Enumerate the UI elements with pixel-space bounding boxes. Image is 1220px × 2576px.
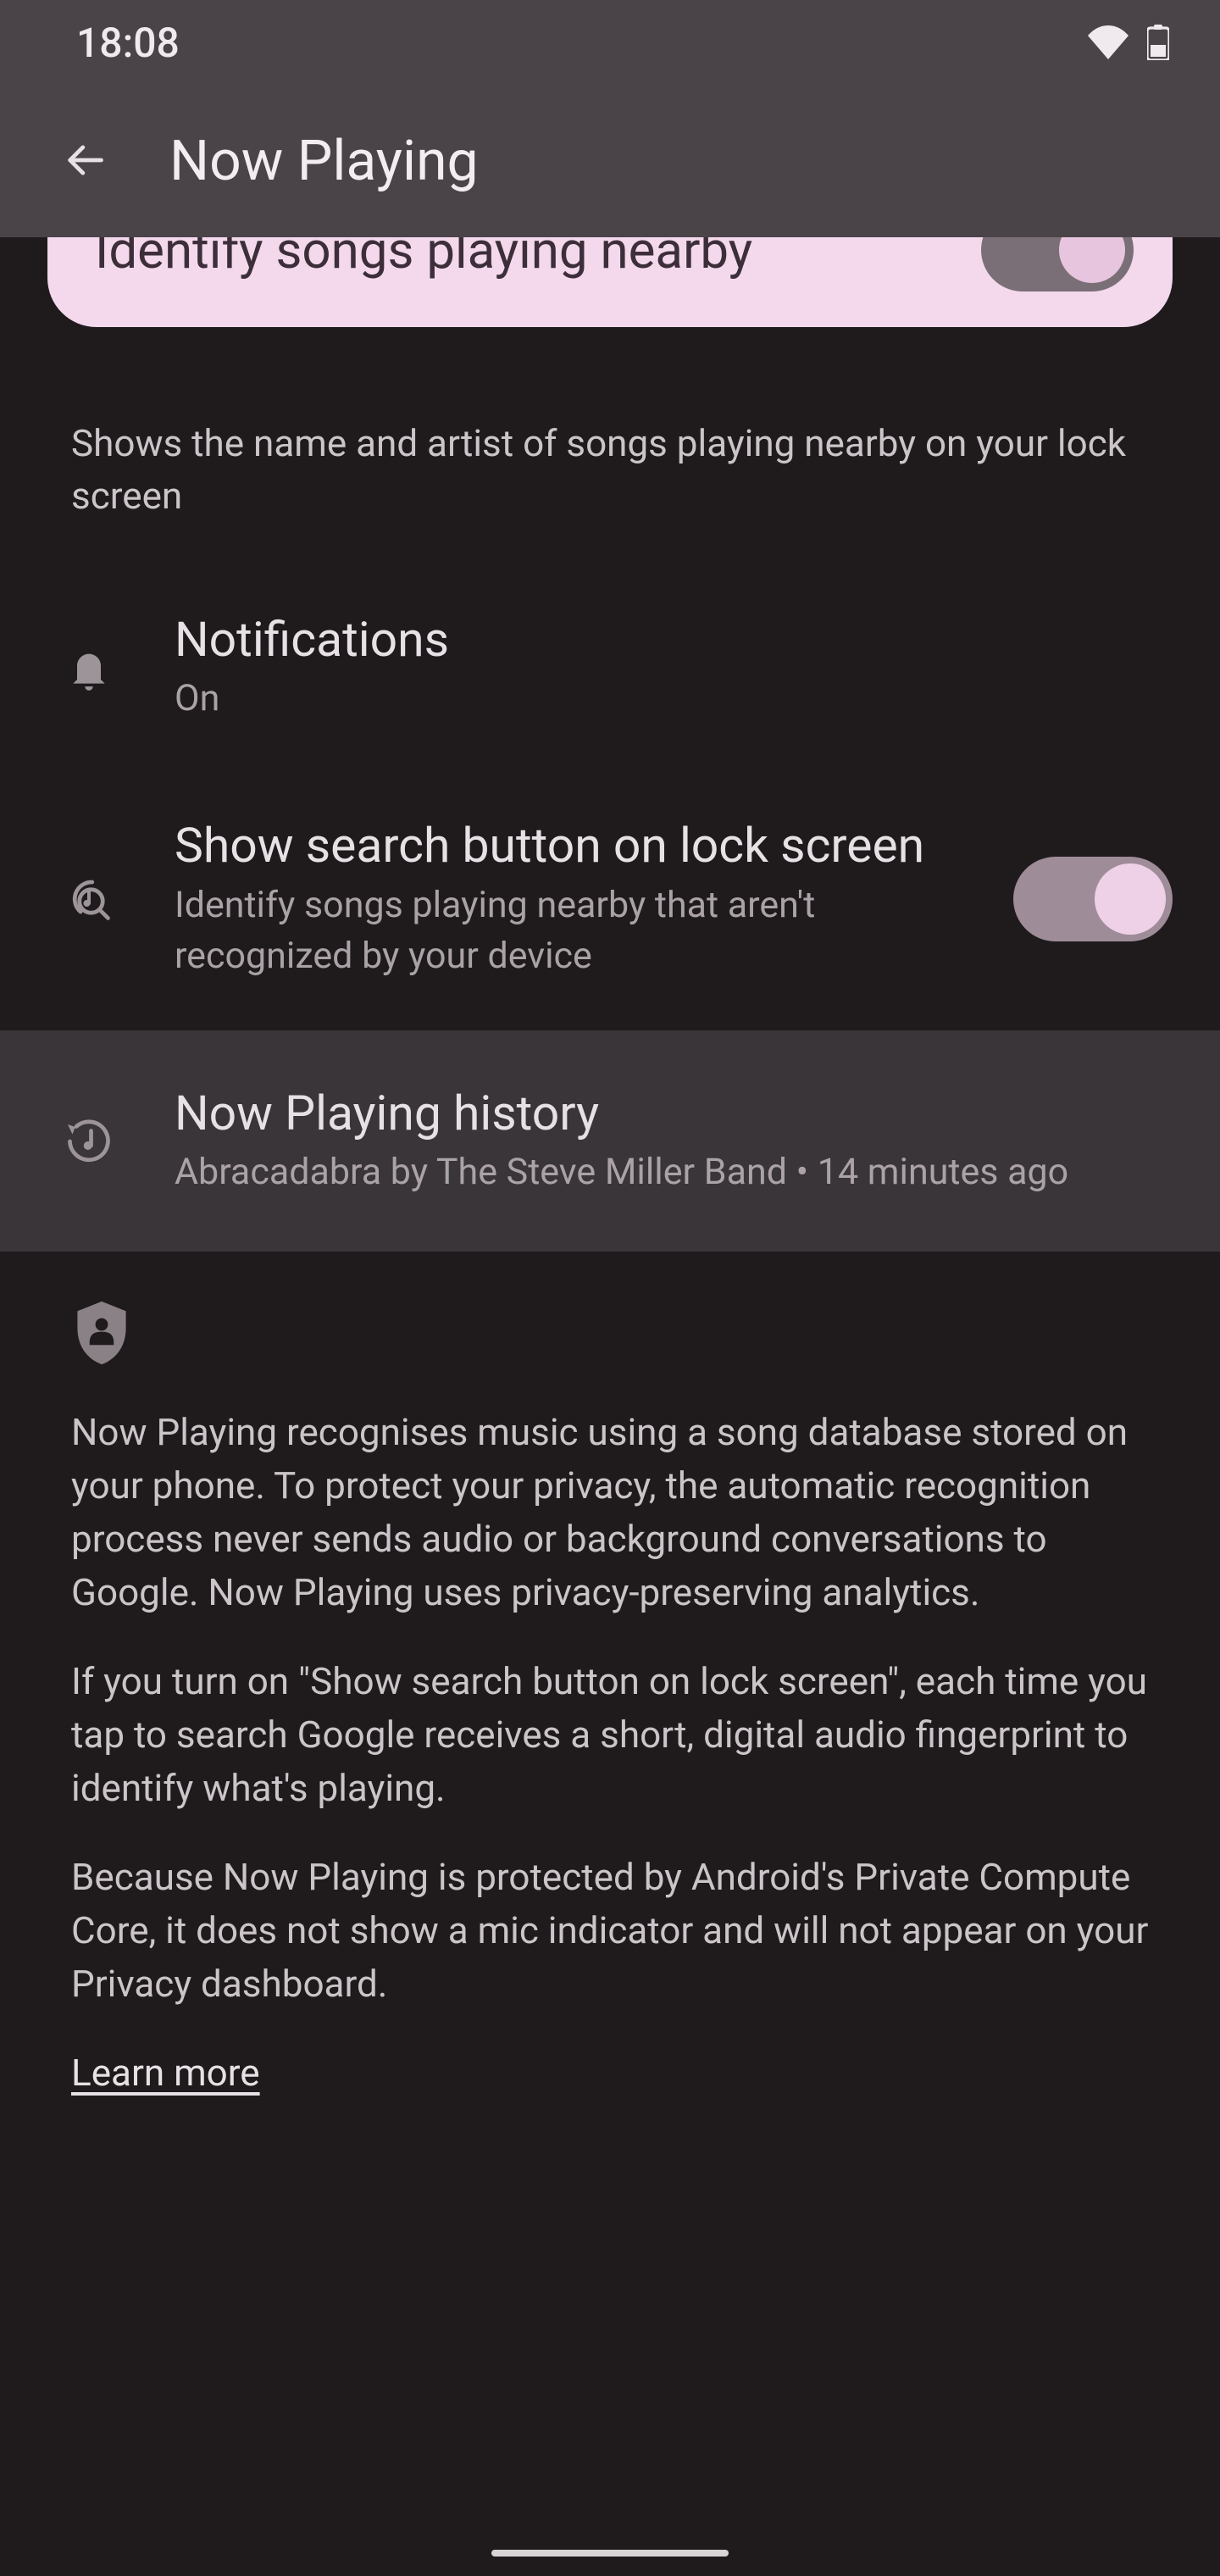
search-button-subtitle: Identify songs playing nearby that aren'…	[175, 880, 966, 981]
toggle-knob	[1059, 237, 1125, 283]
hero-card-wrap: Identify songs playing nearby	[0, 237, 1220, 327]
search-button-toggle[interactable]	[1013, 857, 1173, 941]
privacy-text: Now Playing recognises music using a son…	[0, 1382, 1220, 2099]
status-icons	[1088, 25, 1169, 60]
back-button[interactable]	[51, 127, 119, 195]
search-button-row[interactable]: Show search button on lock screen Identi…	[0, 768, 1220, 1030]
identify-songs-description: Shows the name and artist of songs playi…	[0, 386, 1220, 523]
privacy-shield-icon	[0, 1252, 1220, 1382]
toggle-knob	[1095, 863, 1166, 935]
home-indicator	[491, 2550, 729, 2557]
status-time: 18:08	[76, 19, 180, 67]
navigation-bar[interactable]	[0, 2530, 1220, 2576]
bell-icon	[51, 644, 127, 691]
identify-songs-label: Identify songs playing nearby	[95, 237, 956, 280]
app-bar: Now Playing	[0, 85, 1220, 237]
battery-icon	[1147, 25, 1169, 60]
status-bar: 18:08	[0, 0, 1220, 85]
identify-songs-card[interactable]: Identify songs playing nearby	[47, 237, 1173, 327]
page-title: Now Playing	[169, 129, 479, 194]
privacy-paragraph-1: Now Playing recognises music using a son…	[71, 1406, 1161, 1619]
search-button-title: Show search button on lock screen	[175, 817, 966, 874]
notifications-subtitle: On	[175, 673, 1173, 724]
learn-more-link[interactable]: Learn more	[71, 2046, 260, 2100]
history-row[interactable]: Now Playing history Abracadabra by The S…	[0, 1030, 1220, 1252]
history-subtitle: Abracadabra by The Steve Miller Band • 1…	[175, 1146, 1173, 1197]
history-title: Now Playing history	[175, 1085, 1173, 1141]
privacy-paragraph-2: If you turn on "Show search button on lo…	[71, 1655, 1161, 1815]
identify-songs-toggle[interactable]	[981, 237, 1134, 291]
wifi-icon	[1088, 25, 1128, 59]
privacy-paragraph-3: Because Now Playing is protected by Andr…	[71, 1851, 1161, 2011]
history-icon	[51, 1116, 127, 1167]
music-search-icon	[51, 874, 127, 924]
arrow-left-icon	[63, 138, 107, 185]
notifications-row[interactable]: Notifications On	[0, 567, 1220, 768]
notifications-title: Notifications	[175, 611, 1173, 668]
